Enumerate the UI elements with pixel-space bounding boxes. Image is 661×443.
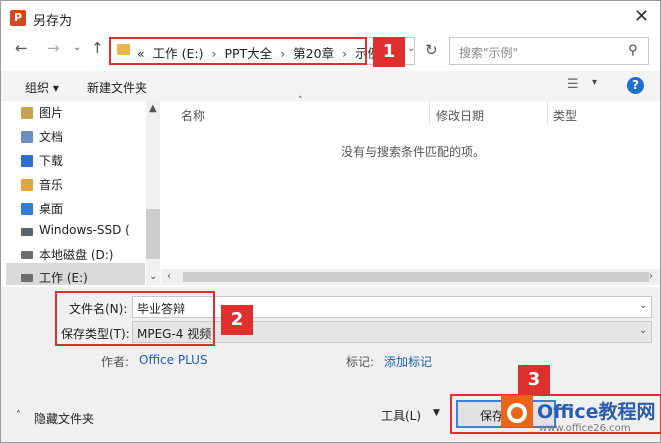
nav-item-downloads[interactable]: 下载 <box>21 152 64 172</box>
view-options-icon[interactable]: ☰ <box>567 77 579 92</box>
nav-item-label: 音乐 <box>39 178 64 192</box>
column-divider <box>429 101 430 125</box>
column-header-modified[interactable]: 修改日期 <box>436 107 484 124</box>
music-icon <box>21 179 33 191</box>
organize-menu[interactable]: 组织 ▾ <box>25 79 59 96</box>
nav-item-label: 文档 <box>39 130 64 144</box>
nav-item-pictures[interactable]: 图片 <box>21 104 64 124</box>
nav-item-label: 工作 (E:) <box>39 271 88 285</box>
author-label: 作者: <box>101 355 130 369</box>
drive-icon <box>21 274 33 282</box>
nav-item-label: Windows-SSD ( <box>39 223 130 237</box>
column-header-name[interactable]: 名称 <box>181 107 205 124</box>
nav-scrollbar-thumb[interactable] <box>146 209 160 259</box>
window-title: 另存为 <box>33 14 73 29</box>
author-value[interactable]: Office PLUS <box>139 353 208 367</box>
nav-item-label: 下载 <box>39 154 64 168</box>
nav-item-local-disk-d[interactable]: 本地磁盘 (D:) <box>21 246 114 266</box>
add-tags-link[interactable]: 添加标记 <box>384 353 432 370</box>
tools-menu[interactable]: 工具(L) <box>381 407 421 424</box>
step-badge-2: 2 <box>221 305 253 335</box>
forward-button[interactable]: → <box>47 39 60 57</box>
search-icon[interactable]: ⚲ <box>628 43 638 58</box>
watermark-logo: Office教程网 www.office26.com <box>501 393 661 441</box>
sort-caret-icon: ˄ <box>298 96 303 106</box>
scroll-up-arrow[interactable]: ▲ <box>149 103 157 114</box>
step-badge-1: 1 <box>373 37 405 67</box>
tags-label: 标记: <box>346 355 375 369</box>
drive-icon <box>21 228 33 236</box>
close-button[interactable]: ✕ <box>634 6 649 27</box>
title-bar: P 另存为 ✕ <box>1 1 660 35</box>
up-button[interactable]: ↑ <box>91 39 104 57</box>
toolbar: 组织 ▾ 新建文件夹 ☰ ▾ ? <box>1 71 660 101</box>
empty-results-message: 没有与搜索条件匹配的项。 <box>341 145 486 159</box>
desktop-icon <box>21 203 33 215</box>
nav-item-music[interactable]: 音乐 <box>21 176 64 196</box>
address-dropdown[interactable]: ⌄ <box>407 43 415 54</box>
scroll-right-arrow[interactable]: › <box>649 271 653 282</box>
office-logo-icon <box>501 395 533 427</box>
nav-item-windows-ssd[interactable]: Windows-SSD ( <box>21 223 130 243</box>
nav-item-label: 图片 <box>39 106 64 120</box>
filetype-dropdown[interactable]: ⌄ <box>639 325 647 336</box>
documents-icon <box>21 131 33 143</box>
chevron-up-icon: ˄ <box>16 410 21 421</box>
view-dropdown[interactable]: ▾ <box>592 77 597 88</box>
column-divider <box>547 101 548 125</box>
horizontal-scrollbar-thumb[interactable] <box>183 272 649 282</box>
nav-item-label: 桌面 <box>39 202 64 216</box>
powerpoint-icon: P <box>10 10 26 26</box>
tools-dropdown-icon[interactable]: ▼ <box>433 408 440 418</box>
back-button[interactable]: ← <box>15 39 28 57</box>
nav-item-documents[interactable]: 文档 <box>21 128 64 148</box>
hide-folders-button[interactable]: 隐藏文件夹 <box>34 410 94 427</box>
watermark-url: www.office26.com <box>539 423 631 434</box>
filename-dropdown[interactable]: ⌄ <box>639 300 647 311</box>
form-highlight-box <box>55 291 215 346</box>
nav-item-desktop[interactable]: 桌面 <box>21 200 64 220</box>
downloads-icon <box>21 155 33 167</box>
refresh-icon[interactable]: ↻ <box>425 41 438 59</box>
pictures-icon <box>21 107 33 119</box>
column-header-type[interactable]: 类型 <box>553 107 577 124</box>
step-badge-3: 3 <box>518 365 550 395</box>
scroll-left-arrow[interactable]: ‹ <box>167 271 171 282</box>
recent-locations-dropdown[interactable]: ⌄ <box>73 42 81 53</box>
help-icon[interactable]: ? <box>627 77 644 94</box>
address-highlight-box <box>109 37 367 65</box>
nav-item-work-e[interactable]: 工作 (E:) <box>21 269 88 289</box>
search-placeholder: 搜索"示例" <box>459 46 519 60</box>
watermark-brand: Office教程网 <box>537 401 656 423</box>
drive-icon <box>21 251 33 259</box>
nav-item-label: 本地磁盘 (D:) <box>39 248 114 262</box>
save-as-dialog: P 另存为 ✕ ← → ⌄ ↑ « 工作 (E:) › PPT大全 › 第20章 › … <box>0 0 661 443</box>
new-folder-button[interactable]: 新建文件夹 <box>87 79 147 96</box>
scroll-down-arrow[interactable]: ⌄ <box>149 271 157 282</box>
